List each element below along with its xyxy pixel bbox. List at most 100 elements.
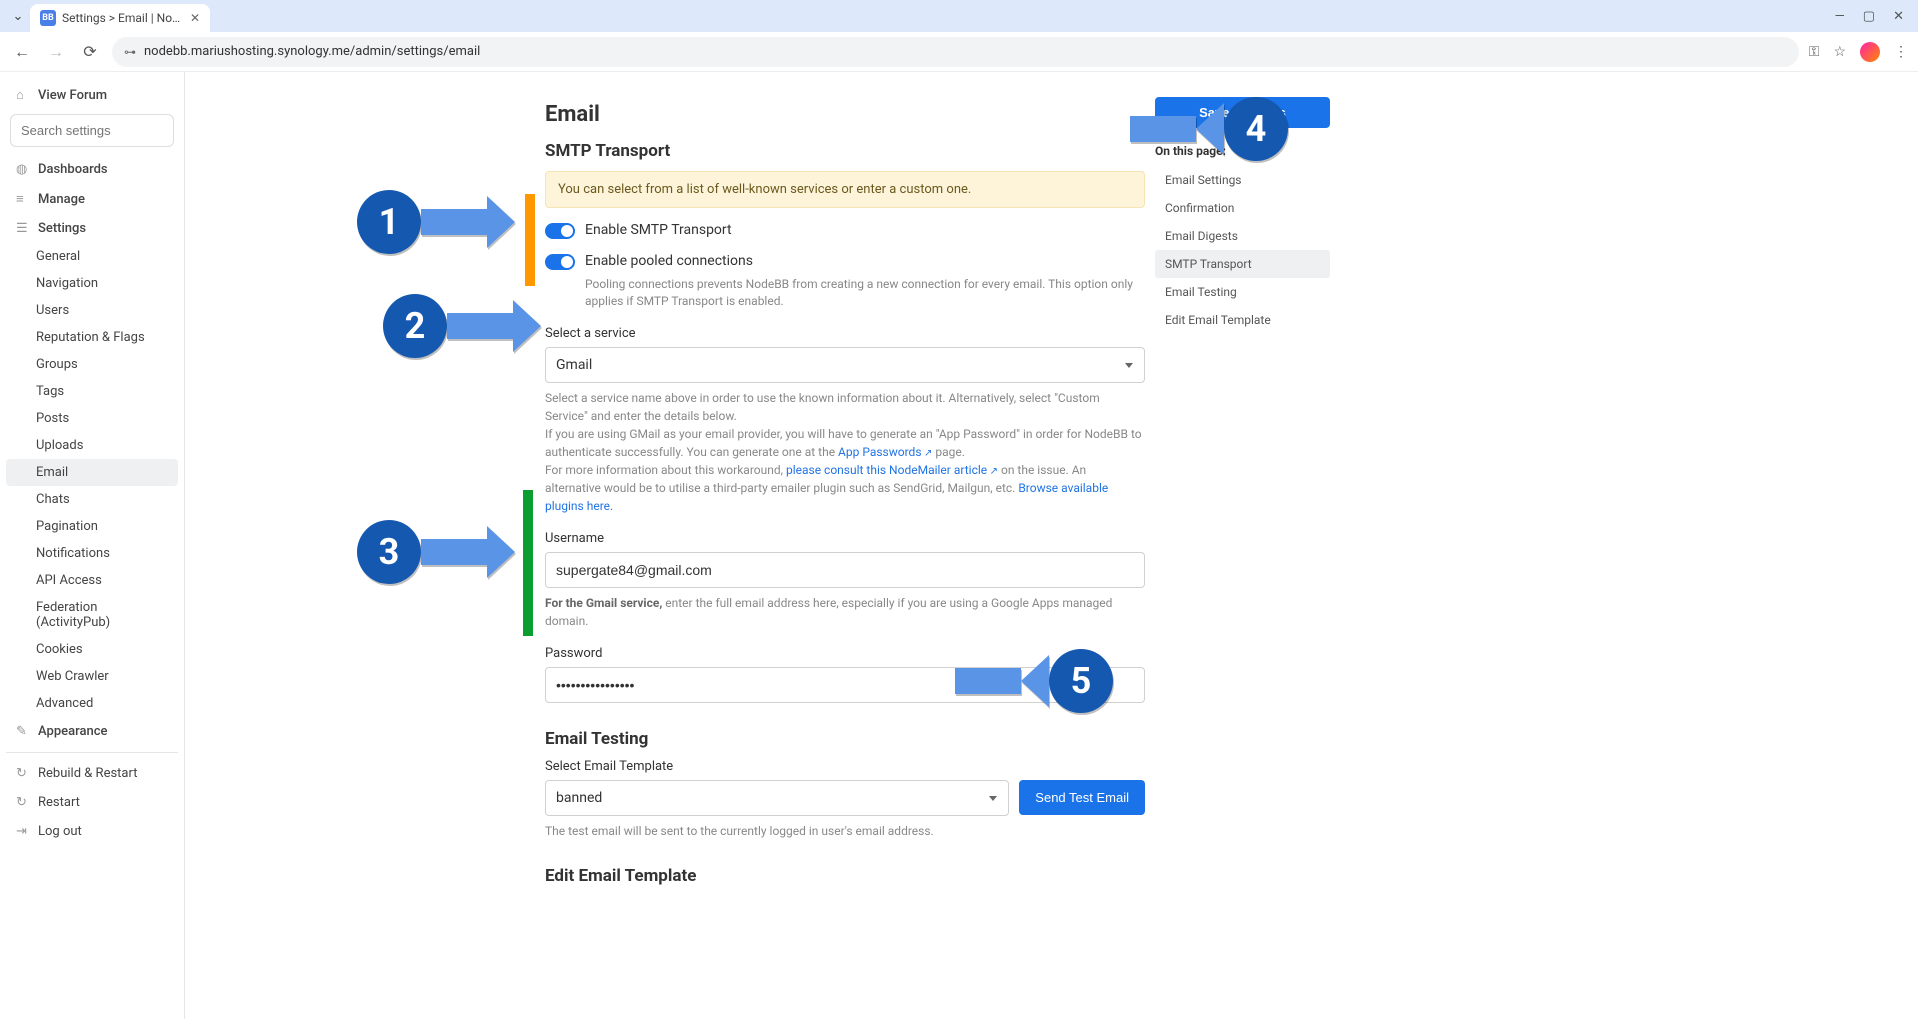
alert-services: You can select from a list of well-known… — [545, 171, 1145, 208]
annotation-1: 1 — [357, 190, 515, 254]
close-window-icon[interactable]: ✕ — [1893, 9, 1904, 24]
search-input[interactable] — [10, 114, 174, 147]
send-test-email-button[interactable]: Send Test Email — [1019, 780, 1145, 815]
sidebar-item-navigation[interactable]: Navigation — [6, 270, 178, 297]
address-bar: ← → ⟳ ⊶ nodebb.mariushosting.synology.me… — [0, 32, 1918, 72]
url-field[interactable]: ⊶ nodebb.mariushosting.synology.me/admin… — [112, 37, 1799, 67]
annotation-2: 2 — [383, 294, 541, 358]
tab-title: Settings > Email | NodeB… — [62, 11, 184, 25]
brush-icon: ✎ — [16, 724, 30, 739]
otp-smtp-transport[interactable]: SMTP Transport — [1155, 250, 1330, 278]
app-passwords-link[interactable]: App Passwords — [838, 445, 932, 459]
sidebar-item-webcrawler[interactable]: Web Crawler — [6, 663, 178, 690]
sidebar-dashboards[interactable]: ◍ Dashboards — [6, 155, 178, 184]
template-select[interactable]: banned — [545, 780, 1009, 816]
sidebar-restart[interactable]: ↻ Restart — [6, 788, 178, 817]
sidebar-item-uploads[interactable]: Uploads — [6, 432, 178, 459]
sidebar-appearance[interactable]: ✎ Appearance — [6, 717, 178, 746]
username-label: Username — [545, 531, 1145, 546]
sidebar-item-advanced[interactable]: Advanced — [6, 690, 178, 717]
sidebar-label: Appearance — [38, 724, 107, 739]
sidebar-item-cookies[interactable]: Cookies — [6, 636, 178, 663]
toggle-smtp-transport[interactable] — [545, 223, 575, 239]
username-input[interactable] — [545, 552, 1145, 588]
sidebar-item-general[interactable]: General — [6, 243, 178, 270]
on-this-page-title: On this page: — [1155, 144, 1330, 158]
sidebar-rebuild[interactable]: ↻ Rebuild & Restart — [6, 759, 178, 788]
sidebar-item-notifications[interactable]: Notifications — [6, 540, 178, 567]
right-panel: Save changes On this page: Email Setting… — [1155, 97, 1330, 334]
sidebar-manage[interactable]: ≡ Manage — [6, 184, 178, 214]
annotation-badge: 3 — [357, 520, 421, 584]
sidebar-logout[interactable]: ⇥ Log out — [6, 817, 178, 846]
template-label: Select Email Template — [545, 759, 1145, 774]
save-changes-button[interactable]: Save changes — [1155, 97, 1330, 128]
annotation-3: 3 — [357, 520, 515, 584]
sidebar-item-email[interactable]: Email — [6, 459, 178, 486]
sidebar-item-chats[interactable]: Chats — [6, 486, 178, 513]
bookmark-star-icon[interactable]: ☆ — [1833, 44, 1846, 60]
forward-button[interactable]: → — [44, 42, 68, 62]
sidebar-item-api[interactable]: API Access — [6, 567, 178, 594]
toggle-pooled-label: Enable pooled connections — [585, 253, 753, 269]
sidebar-label: Settings — [38, 221, 86, 236]
page-title: Email — [545, 102, 1145, 127]
profile-avatar[interactable] — [1860, 42, 1880, 62]
pooled-help-text: Pooling connections prevents NodeBB from… — [585, 276, 1145, 310]
browser-tab-bar: ⌄ BB Settings > Email | NodeB… ✕ — ▢ ✕ — [0, 0, 1918, 32]
kebab-menu-icon[interactable]: ⋮ — [1894, 44, 1908, 60]
browser-tab[interactable]: BB Settings > Email | NodeB… ✕ — [30, 4, 210, 32]
highlight-bar-green — [523, 490, 533, 636]
sidebar-item-pagination[interactable]: Pagination — [6, 513, 178, 540]
otp-edit-template[interactable]: Edit Email Template — [1155, 306, 1330, 334]
password-key-icon[interactable]: ⚿ — [1809, 44, 1820, 60]
sidebar-item-users[interactable]: Users — [6, 297, 178, 324]
sliders-icon: ☰ — [16, 221, 30, 236]
sidebar-search[interactable] — [10, 114, 174, 147]
back-button[interactable]: ← — [10, 42, 34, 62]
username-help: For the Gmail service, enter the full em… — [545, 594, 1145, 630]
logout-icon: ⇥ — [16, 824, 30, 839]
refresh-icon: ↻ — [16, 766, 30, 781]
reload-button[interactable]: ⟳ — [78, 42, 102, 61]
toggle-smtp-label: Enable SMTP Transport — [585, 222, 732, 238]
password-label: Password — [545, 646, 1145, 661]
sidebar-settings[interactable]: ☰ Settings — [6, 214, 178, 243]
minimize-icon[interactable]: — — [1835, 9, 1845, 24]
sidebar-label: Restart — [38, 795, 80, 810]
sidebar-view-forum[interactable]: ⌂ View Forum — [6, 80, 178, 110]
tabs-dropdown-icon[interactable]: ⌄ — [6, 9, 30, 24]
sidebar: ⌂ View Forum ◍ Dashboards ≡ Manage ☰ Set… — [0, 72, 185, 1019]
otp-email-digests[interactable]: Email Digests — [1155, 222, 1330, 250]
sidebar-label: Log out — [38, 824, 82, 839]
password-input[interactable] — [545, 667, 1145, 703]
main-content: Email SMTP Transport You can select from… — [185, 72, 1918, 1019]
sidebar-item-posts[interactable]: Posts — [6, 405, 178, 432]
section-smtp-title: SMTP Transport — [545, 141, 1145, 161]
toggle-pooled-connections[interactable] — [545, 254, 575, 270]
sidebar-item-federation[interactable]: Federation (ActivityPub) — [6, 594, 178, 636]
service-select[interactable]: Gmail — [545, 347, 1145, 383]
sidebar-item-groups[interactable]: Groups — [6, 351, 178, 378]
refresh-icon: ↻ — [16, 795, 30, 810]
site-info-icon[interactable]: ⊶ — [124, 45, 136, 59]
annotation-badge: 1 — [357, 190, 421, 254]
section-edit-template-title: Edit Email Template — [545, 866, 1145, 886]
otp-email-testing[interactable]: Email Testing — [1155, 278, 1330, 306]
otp-confirmation[interactable]: Confirmation — [1155, 194, 1330, 222]
sidebar-label: Dashboards — [38, 162, 108, 177]
highlight-bar-orange — [525, 194, 535, 286]
otp-email-settings[interactable]: Email Settings — [1155, 166, 1330, 194]
service-help: Select a service name above in order to … — [545, 389, 1145, 515]
sidebar-item-tags[interactable]: Tags — [6, 378, 178, 405]
close-tab-icon[interactable]: ✕ — [190, 11, 200, 25]
service-label: Select a service — [545, 326, 1145, 341]
sidebar-label: Rebuild & Restart — [38, 766, 137, 781]
annotation-badge: 2 — [383, 294, 447, 358]
favicon-icon: BB — [40, 10, 56, 26]
section-testing-title: Email Testing — [545, 729, 1145, 749]
window-controls: — ▢ ✕ — [1835, 9, 1912, 24]
sidebar-item-reputation[interactable]: Reputation & Flags — [6, 324, 178, 351]
maximize-icon[interactable]: ▢ — [1863, 9, 1875, 24]
nodemailer-article-link[interactable]: please consult this NodeMailer article — [786, 463, 998, 477]
